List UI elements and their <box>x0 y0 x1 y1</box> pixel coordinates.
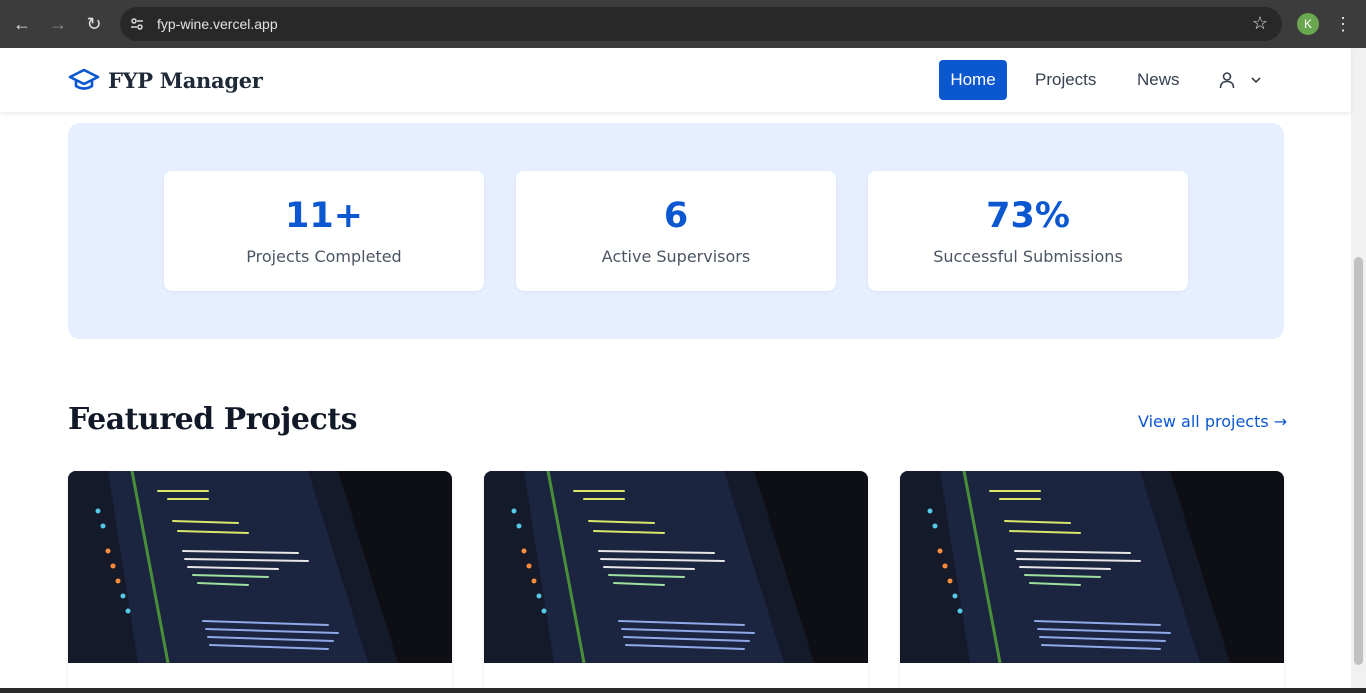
brand-logo[interactable]: FYP Manager <box>68 66 263 94</box>
user-menu-button[interactable] <box>1218 68 1278 92</box>
stat-value: 11+ <box>284 196 364 236</box>
project-card[interactable] <box>900 471 1284 693</box>
user-icon <box>1219 72 1235 89</box>
stat-value: 73% <box>986 196 1070 236</box>
back-arrow-icon[interactable]: ← <box>4 6 40 42</box>
nav-news-link[interactable]: News <box>1137 70 1180 90</box>
stat-label: Successful Submissions <box>933 247 1123 266</box>
project-card[interactable] <box>68 471 452 693</box>
url-text[interactable]: fyp-wine.vercel.app <box>157 16 278 32</box>
view-all-projects-link[interactable]: View all projects → <box>1138 412 1287 431</box>
stat-card: 11+ Projects Completed <box>164 171 484 291</box>
stat-label: Active Supervisors <box>601 247 751 266</box>
project-thumbnail[interactable] <box>68 471 452 663</box>
project-thumbnail[interactable] <box>484 471 868 663</box>
nav-projects-link[interactable]: Projects <box>1035 70 1096 90</box>
forward-arrow-icon[interactable]: → <box>40 6 76 42</box>
reload-icon[interactable]: ↻ <box>76 6 112 42</box>
stat-card: 73% Successful Submissions <box>868 171 1188 291</box>
page-scrollbar-thumb[interactable] <box>1354 257 1363 665</box>
project-card[interactable] <box>484 471 868 693</box>
project-thumbnail[interactable] <box>900 471 1284 663</box>
nav-home-link[interactable]: Home <box>939 60 1007 100</box>
site-info-icon[interactable] <box>123 10 151 38</box>
stats-section: 11+ Projects Completed 6 Active Supervis… <box>68 123 1284 339</box>
bookmark-star-icon[interactable]: ☆ <box>1252 13 1268 34</box>
stat-card: 6 Active Supervisors <box>516 171 836 291</box>
stat-label: Projects Completed <box>246 247 402 266</box>
site-header: FYP Manager Home Projects News <box>0 48 1351 112</box>
brand-name: FYP Manager <box>108 67 263 93</box>
stat-value: 6 <box>663 196 689 236</box>
window-bottom-edge <box>0 688 1366 693</box>
featured-projects-heading: Featured Projects <box>68 402 358 437</box>
browser-menu-icon[interactable]: ⋮ <box>1334 12 1352 36</box>
browser-toolbar: ← → ↻ fyp-wine.vercel.app ☆ K ⋮ <box>0 0 1366 48</box>
graduation-cap-icon <box>68 68 100 90</box>
chevron-down-icon <box>1251 77 1261 84</box>
address-bar[interactable]: fyp-wine.vercel.app ☆ <box>120 7 1282 41</box>
profile-avatar[interactable]: K <box>1297 13 1319 35</box>
